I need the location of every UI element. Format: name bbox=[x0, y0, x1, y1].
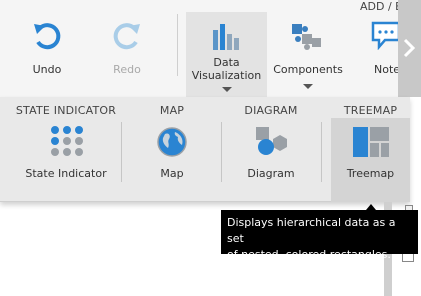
redo-label: Redo bbox=[113, 63, 141, 76]
chevron-down-icon bbox=[222, 87, 232, 92]
map-item[interactable]: MAP Map bbox=[132, 97, 212, 197]
panel-separator bbox=[221, 122, 222, 182]
diagram-header: DIAGRAM bbox=[244, 104, 298, 117]
components-label: Components bbox=[273, 63, 343, 76]
note-icon bbox=[371, 21, 401, 50]
data-viz-label-line1: Data bbox=[213, 56, 240, 69]
data-visualization-button[interactable]: Data Visualization bbox=[186, 12, 267, 97]
bar-chart-icon bbox=[213, 24, 239, 50]
tooltip-line2: of nested, colored rectangles. bbox=[227, 248, 391, 261]
map-label: Map bbox=[160, 167, 184, 180]
map-header: MAP bbox=[159, 104, 185, 117]
diagram-label: Diagram bbox=[247, 167, 295, 180]
puzzle-icon bbox=[292, 24, 321, 50]
data-viz-label-line2: Visualization bbox=[191, 69, 262, 82]
treemap-header: TREEMAP bbox=[343, 104, 398, 117]
globe-icon bbox=[157, 127, 187, 157]
panel-separator bbox=[321, 122, 322, 182]
state-indicator-label: State Indicator bbox=[25, 167, 107, 180]
chevron-right-icon bbox=[403, 38, 416, 58]
treemap-tooltip: Displays hierarchical data as a set of n… bbox=[221, 210, 418, 261]
components-button[interactable]: Components bbox=[272, 0, 344, 97]
state-indicator-header: STATE INDICATOR bbox=[15, 104, 117, 117]
diagram-item[interactable]: DIAGRAM Diagram bbox=[231, 97, 311, 197]
treemap-item[interactable]: TREEMAP Treemap bbox=[331, 104, 410, 202]
redo-button[interactable]: Redo bbox=[102, 0, 152, 97]
panel-separator bbox=[121, 122, 122, 182]
ribbon-screenshot: { "ribbon": { "undo_label": "Undo", "red… bbox=[0, 0, 421, 296]
treemap-icon bbox=[353, 127, 389, 157]
ribbon-separator bbox=[177, 14, 178, 76]
chevron-down-icon bbox=[303, 84, 313, 89]
treemap-label: Treemap bbox=[346, 167, 395, 180]
diagram-icon bbox=[256, 127, 287, 155]
dot-grid-icon bbox=[51, 126, 83, 156]
add-section-label: ADD / E bbox=[360, 0, 403, 13]
notes-button[interactable]: Note bbox=[362, 0, 402, 97]
ribbon-scroll-right-button[interactable] bbox=[398, 0, 421, 97]
tooltip-line1: Displays hierarchical data as a set bbox=[227, 216, 396, 245]
undo-button[interactable]: Undo bbox=[22, 0, 72, 97]
ribbon-bar: Undo Redo Data Visualization Components … bbox=[0, 0, 421, 97]
undo-label: Undo bbox=[32, 63, 62, 76]
state-indicator-item[interactable]: STATE INDICATOR State Indicator bbox=[12, 97, 120, 197]
undo-icon bbox=[34, 23, 61, 50]
redo-icon bbox=[113, 23, 140, 50]
